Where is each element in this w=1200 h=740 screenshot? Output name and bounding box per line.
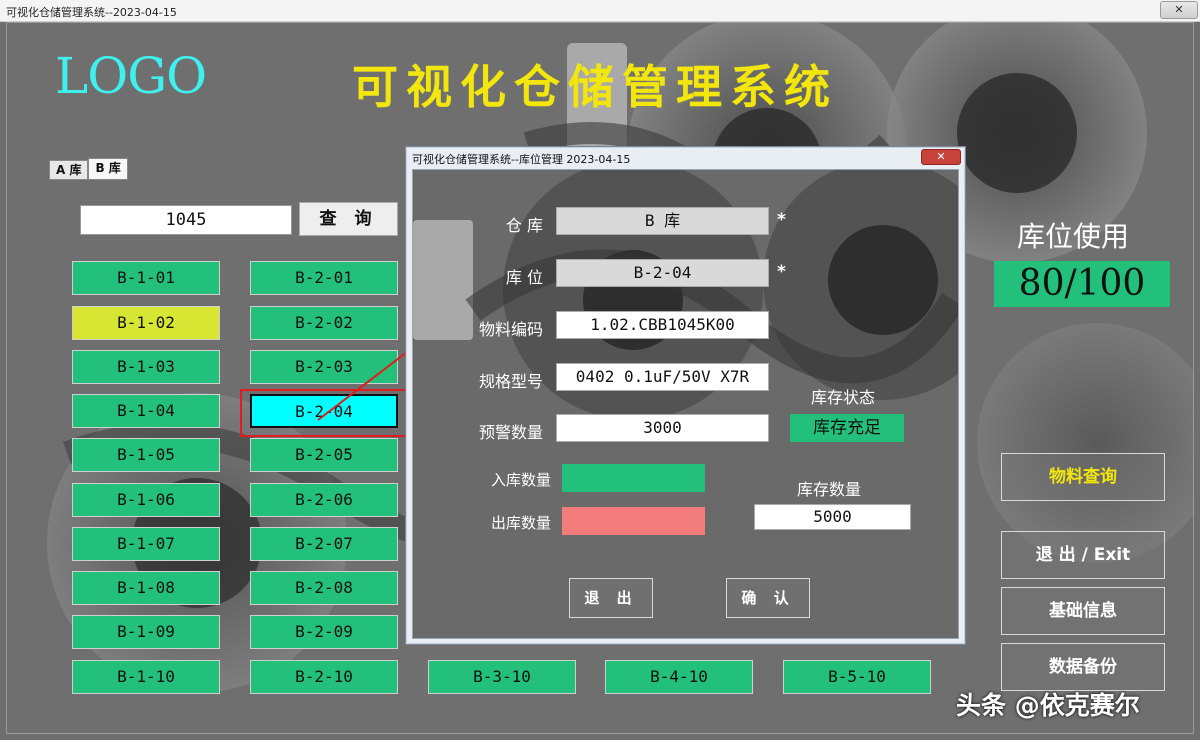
dialog-exit-button[interactable]: 退 出 bbox=[569, 578, 653, 618]
warehouse-field[interactable]: B 库 bbox=[556, 207, 769, 235]
spec-label: 规格型号 bbox=[478, 372, 543, 391]
stock-qty-label: 库存数量 bbox=[797, 480, 862, 499]
spec-field[interactable]: 0402 0.1uF/50V X7R bbox=[556, 363, 769, 391]
stock-status-label: 库存状态 bbox=[811, 388, 876, 407]
in-qty-field[interactable] bbox=[562, 464, 705, 492]
location-label: 库 位 bbox=[505, 268, 543, 287]
stock-status-value: 库存充足 bbox=[790, 414, 904, 442]
alert-qty-field[interactable]: 3000 bbox=[556, 414, 769, 442]
required-mark-location: * bbox=[777, 262, 786, 282]
dialog-confirm-button[interactable]: 确 认 bbox=[726, 578, 810, 618]
in-qty-label: 入库数量 bbox=[490, 471, 551, 489]
out-qty-field[interactable] bbox=[562, 507, 705, 535]
location-field[interactable]: B-2-04 bbox=[556, 259, 769, 287]
watermark: 头条 @依克赛尔 bbox=[956, 691, 1140, 720]
material-code-label: 物料编码 bbox=[478, 320, 543, 339]
dialog-body: 仓 库 B 库 * 库 位 B-2-04 * 物料编码 1.02.CBB1045… bbox=[412, 169, 959, 639]
stock-qty-field: 5000 bbox=[754, 504, 911, 530]
location-dialog: 可视化仓储管理系统--库位管理 2023-04-15 ✕ 仓 库 B 库 * 库… bbox=[405, 146, 966, 645]
dialog-background-artwork bbox=[413, 170, 958, 638]
alert-qty-label: 预警数量 bbox=[478, 423, 543, 442]
required-mark-warehouse: * bbox=[777, 210, 786, 230]
warehouse-label: 仓 库 bbox=[505, 216, 543, 235]
material-code-field[interactable]: 1.02.CBB1045K00 bbox=[556, 311, 769, 339]
out-qty-label: 出库数量 bbox=[490, 514, 551, 532]
dialog-title: 可视化仓储管理系统--库位管理 2023-04-15 bbox=[412, 153, 631, 166]
dialog-close-button[interactable]: ✕ bbox=[921, 149, 961, 165]
